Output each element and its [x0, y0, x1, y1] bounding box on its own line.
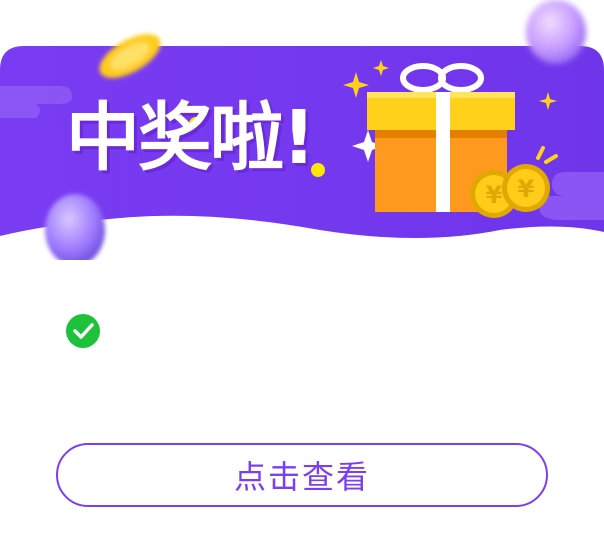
prize-banner: ¥ ¥ 中奖啦!: [0, 0, 604, 260]
prize-title: 中奖啦!: [66, 95, 316, 181]
svg-text:¥: ¥: [518, 175, 535, 203]
check-circle-icon: [66, 314, 100, 348]
view-prize-button[interactable]: 点击查看: [56, 443, 548, 507]
balloon-top-right-icon: [526, 0, 586, 64]
svg-text:¥: ¥: [486, 181, 503, 209]
